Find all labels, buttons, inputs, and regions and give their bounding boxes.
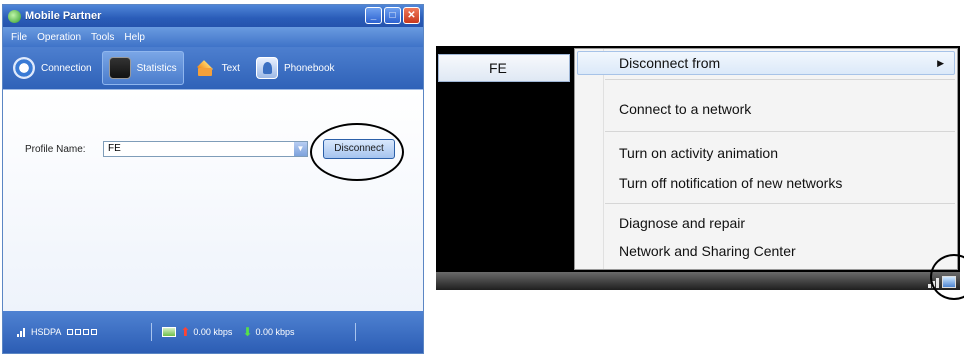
tab-statistics-label: Statistics — [136, 62, 177, 74]
menu-item-disconnect-from[interactable]: Disconnect from ▶ — [577, 51, 955, 75]
tray-highlight-ellipse — [930, 254, 964, 300]
signal-squares-icon — [65, 327, 98, 337]
tab-text[interactable]: Text — [188, 51, 246, 85]
menu-item-diagnose[interactable]: Diagnose and repair — [619, 215, 745, 231]
tab-text-label: Text — [221, 62, 240, 74]
menu-tools[interactable]: Tools — [91, 32, 114, 43]
profile-name-label: Profile Name: — [25, 144, 86, 155]
status-bar: HSDPA ⬆ 0.00 kbps ⬇ 0.00 kbps — [3, 311, 423, 353]
tab-statistics[interactable]: Statistics — [101, 51, 184, 85]
network-context-menu: Disconnect from ▶ Connect to a network T… — [574, 48, 958, 270]
text-icon — [194, 57, 216, 79]
status-divider-end — [354, 323, 356, 341]
menu-separator — [605, 131, 955, 132]
menu-separator — [605, 79, 955, 80]
tab-connection[interactable]: Connection — [7, 51, 98, 85]
submenu-arrow-icon: ▶ — [937, 58, 944, 68]
profile-name-value: FE — [108, 143, 121, 154]
menu-file[interactable]: File — [11, 32, 27, 43]
menu-bar: File Operation Tools Help — [3, 27, 423, 47]
title-bar: Mobile Partner _ □ ✕ — [3, 5, 423, 27]
upload-speed: 0.00 kbps — [193, 327, 233, 337]
taskbar — [436, 272, 960, 290]
statistics-icon — [108, 57, 131, 79]
highlight-ellipse — [310, 123, 404, 181]
chevron-down-icon[interactable]: ▼ — [294, 142, 307, 156]
menu-separator — [605, 203, 955, 204]
profile-name-select[interactable]: FE ▼ — [103, 141, 308, 157]
network-activity-icon — [162, 327, 177, 337]
menu-item-sharing-center[interactable]: Network and Sharing Center — [619, 243, 796, 259]
app-icon — [8, 9, 21, 23]
menu-item-activity-animation[interactable]: Turn on activity animation — [619, 145, 778, 161]
download-arrow-icon: ⬇ — [242, 325, 253, 339]
menu-item-connect[interactable]: Connect to a network — [619, 101, 751, 117]
phonebook-icon — [255, 57, 278, 79]
close-button[interactable]: ✕ — [403, 7, 420, 24]
menu-item-notification[interactable]: Turn off notification of new networks — [619, 175, 842, 191]
tab-phonebook[interactable]: Phonebook — [250, 51, 341, 85]
window-title: Mobile Partner — [25, 10, 102, 22]
tab-connection-label: Connection — [41, 62, 92, 74]
menu-item-label: Disconnect from — [619, 55, 721, 71]
status-divider — [151, 323, 153, 341]
upload-arrow-icon: ⬆ — [180, 325, 191, 339]
minimize-button[interactable]: _ — [365, 7, 382, 24]
network-type: HSDPA — [31, 327, 62, 337]
menu-operation[interactable]: Operation — [37, 32, 81, 43]
download-speed: 0.00 kbps — [255, 327, 295, 337]
tab-phonebook-label: Phonebook — [283, 62, 335, 74]
tab-bar: Connection Statistics Text Phonebook — [3, 47, 423, 89]
network-name-item[interactable]: FE — [438, 54, 570, 82]
menu-help[interactable]: Help — [124, 32, 145, 43]
connection-icon — [13, 57, 35, 79]
desktop-scene: FE Disconnect from ▶ Connect to a networ… — [436, 46, 960, 290]
signal-strength-icon — [17, 327, 27, 337]
menu-gutter — [603, 49, 604, 269]
maximize-button[interactable]: □ — [384, 7, 401, 24]
